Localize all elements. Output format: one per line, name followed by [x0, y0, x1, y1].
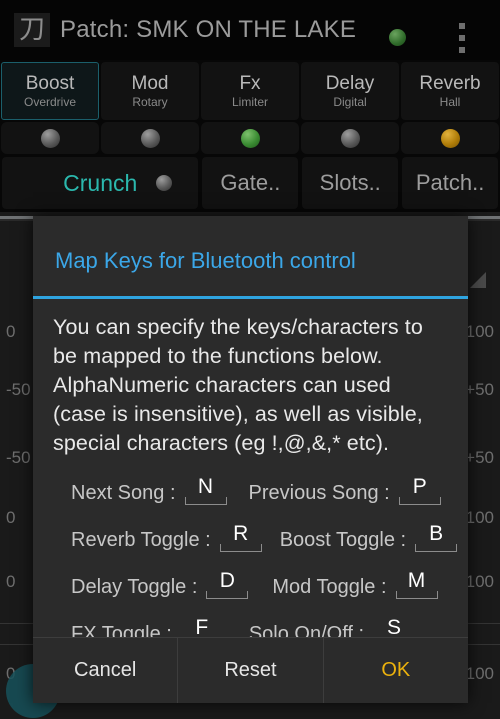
slot-name: Reverb — [419, 73, 481, 94]
led-reverb-icon — [440, 128, 460, 148]
reset-button[interactable]: Reset — [177, 638, 323, 703]
input-value: B — [429, 522, 444, 545]
slot-sub: Digital — [333, 95, 367, 109]
scale-left-3: 0 — [6, 508, 16, 527]
mapping-label: Delay Toggle : — [71, 576, 198, 598]
button-patch[interactable]: Patch.. — [402, 157, 498, 209]
button-patch-label: Patch.. — [415, 170, 485, 195]
slot-name: Fx — [239, 73, 261, 94]
dialog-button-bar: Cancel Reset OK — [33, 637, 468, 703]
scale-left-4: 0 — [6, 572, 16, 591]
input-reverb-toggle[interactable]: R — [219, 522, 262, 552]
mapping-previous-song: Previous Song : P — [249, 475, 445, 505]
slot-name: Boost — [25, 73, 75, 94]
led-delay-icon — [340, 128, 360, 148]
control-button-row: Crunch Gate.. Slots.. Patch.. — [0, 157, 500, 209]
crunch-led-icon — [156, 175, 173, 191]
slot-sub: Limiter — [231, 95, 268, 109]
input-underline — [184, 497, 227, 505]
input-next-song[interactable]: N — [184, 475, 227, 505]
led-cell-boost[interactable] — [1, 122, 99, 154]
scale-right-1: +50 — [465, 380, 494, 399]
input-previous-song[interactable]: P — [398, 475, 441, 505]
button-crunch[interactable]: Crunch — [2, 157, 199, 209]
led-cell-fx[interactable] — [201, 122, 299, 154]
scale-right-0: 100 — [465, 322, 494, 341]
scale-left-2: -50 — [6, 448, 31, 467]
slot-tab-fx[interactable]: Fx Limiter — [201, 62, 299, 120]
mapping-label: Previous Song : — [248, 482, 390, 504]
app-logo-icon: 刀 — [14, 13, 50, 47]
led-fx-icon — [240, 128, 260, 148]
slot-name: Delay — [325, 73, 375, 94]
slot-tab-delay[interactable]: Delay Digital — [301, 62, 399, 120]
overflow-menu-icon[interactable] — [459, 23, 465, 53]
slot-tab-row: Boost Overdrive Mod Rotary Fx Limiter De… — [0, 62, 500, 120]
mapping-label: Boost Toggle : — [279, 529, 407, 551]
mapping-row-2: Reverb Toggle : R Boost Toggle : B — [53, 522, 458, 552]
page-title: Patch: SMK ON THE LAKE — [60, 16, 357, 43]
scale-right-5: 100 — [465, 664, 494, 683]
resize-corner-icon — [470, 272, 486, 288]
input-underline — [398, 497, 441, 505]
input-underline — [415, 544, 458, 552]
slot-sub: Overdrive — [23, 95, 76, 109]
slot-tab-boost[interactable]: Boost Overdrive — [1, 62, 99, 120]
slot-sub: Rotary — [132, 95, 168, 109]
scale-right-2: +50 — [465, 448, 494, 467]
mapping-row-1: Next Song : N Previous Song : P — [53, 475, 448, 505]
dialog-message: You can specify the keys/characters to b… — [53, 315, 423, 455]
slot-sub: Hall — [439, 95, 461, 109]
input-underline — [219, 544, 262, 552]
app-root: 0 -50 -50 0 0 0 100 +50 +50 100 100 100 … — [0, 0, 500, 719]
scale-right-3: 100 — [465, 508, 494, 527]
mapping-label: Mod Toggle : — [272, 576, 387, 598]
input-value: N — [197, 475, 214, 498]
scale-left-0: 0 — [6, 322, 16, 341]
cancel-button[interactable]: Cancel — [33, 638, 178, 703]
led-boost-icon — [40, 128, 60, 148]
button-crunch-label: Crunch — [63, 169, 138, 196]
mapping-label: Reverb Toggle : — [71, 529, 211, 551]
slot-led-row — [0, 122, 500, 154]
input-mod-toggle[interactable]: M — [395, 569, 438, 599]
mapping-delay-toggle: Delay Toggle : D — [71, 569, 252, 599]
slot-tab-reverb[interactable]: Reverb Hall — [401, 62, 499, 120]
led-cell-reverb[interactable] — [401, 122, 499, 154]
button-slots-label: Slots.. — [319, 170, 381, 195]
button-slots[interactable]: Slots.. — [302, 157, 399, 209]
mapping-reverb-toggle: Reverb Toggle : R — [71, 522, 266, 552]
dialog-body: You can specify the keys/characters to b… — [33, 299, 468, 646]
input-value: P — [412, 475, 427, 498]
map-keys-dialog: Map Keys for Bluetooth control You can s… — [33, 216, 468, 703]
mapping-boost-toggle: Boost Toggle : B — [280, 522, 461, 552]
input-value: D — [219, 569, 235, 592]
scale-right-4: 100 — [465, 572, 494, 591]
dialog-title: Map Keys for Bluetooth control — [55, 248, 356, 273]
input-delay-toggle[interactable]: D — [206, 569, 249, 599]
input-underline — [395, 591, 438, 599]
scale-left-1: -50 — [6, 380, 31, 399]
slot-name: Mod — [131, 73, 169, 94]
mapping-row-3: Delay Toggle : D Mod Toggle : M — [53, 569, 448, 599]
led-mod-icon — [140, 128, 160, 148]
input-underline — [206, 591, 249, 599]
button-gate[interactable]: Gate.. — [202, 157, 299, 209]
input-value: M — [407, 569, 426, 592]
mapping-label: Next Song : — [71, 482, 176, 504]
mapping-mod-toggle: Mod Toggle : M — [272, 569, 441, 599]
led-cell-delay[interactable] — [301, 122, 399, 154]
mapping-next-song: Next Song : N — [71, 475, 231, 505]
slot-tab-mod[interactable]: Mod Rotary — [101, 62, 199, 120]
led-cell-mod[interactable] — [101, 122, 199, 154]
title-bar: 刀 Patch: SMK ON THE LAKE — [0, 0, 500, 60]
connection-status-led-icon — [389, 29, 406, 46]
ok-button[interactable]: OK — [322, 638, 468, 703]
button-gate-label: Gate.. — [220, 170, 281, 195]
input-value: R — [233, 522, 249, 545]
input-boost-toggle[interactable]: B — [415, 522, 458, 552]
